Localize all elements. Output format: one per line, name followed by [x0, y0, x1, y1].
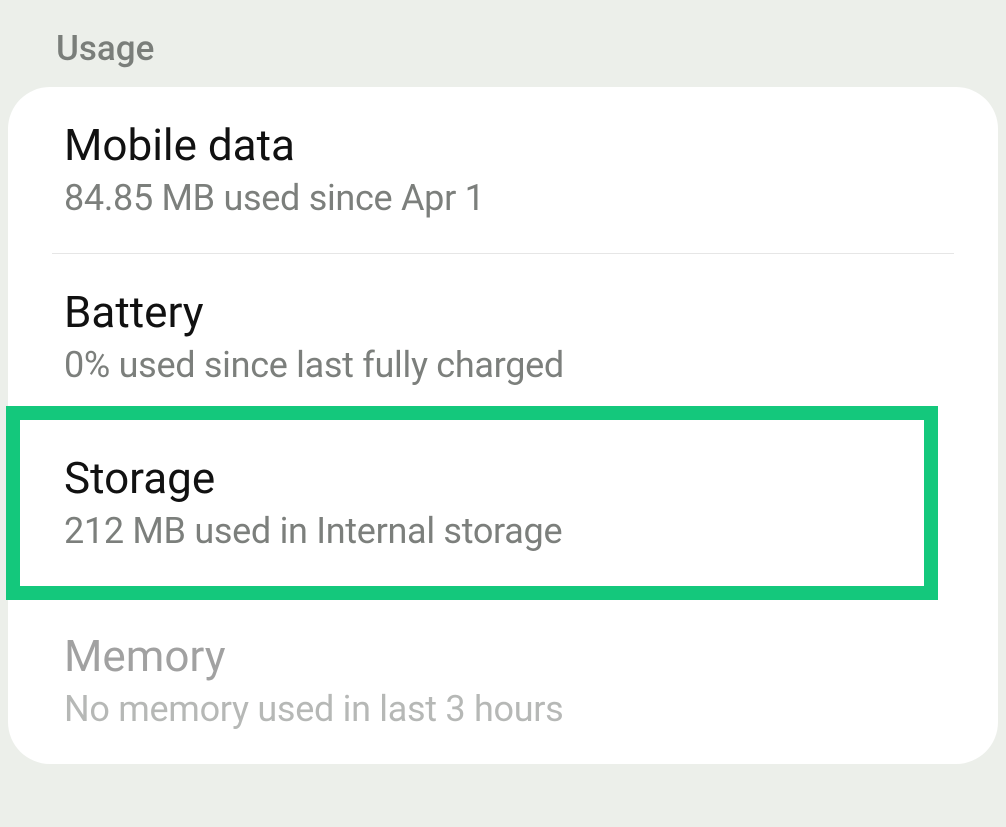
memory-subtitle: No memory used in last 3 hours [64, 688, 942, 730]
usage-card: Mobile data 84.85 MB used since Apr 1 Ba… [8, 87, 998, 764]
storage-subtitle: 212 MB used in Internal storage [64, 510, 942, 552]
battery-item[interactable]: Battery 0% used since last fully charged [8, 254, 998, 420]
mobile-data-subtitle: 84.85 MB used since Apr 1 [64, 177, 942, 219]
storage-item[interactable]: Storage 212 MB used in Internal storage [8, 420, 998, 586]
battery-title: Battery [64, 286, 942, 338]
memory-title: Memory [64, 630, 942, 682]
battery-subtitle: 0% used since last fully charged [64, 344, 942, 386]
mobile-data-title: Mobile data [64, 119, 942, 171]
storage-highlight-wrapper: Storage 212 MB used in Internal storage [8, 420, 998, 586]
section-header-usage: Usage [0, 0, 1006, 87]
memory-item[interactable]: Memory No memory used in last 3 hours [8, 586, 998, 764]
storage-title: Storage [64, 452, 942, 504]
mobile-data-item[interactable]: Mobile data 84.85 MB used since Apr 1 [8, 87, 998, 253]
